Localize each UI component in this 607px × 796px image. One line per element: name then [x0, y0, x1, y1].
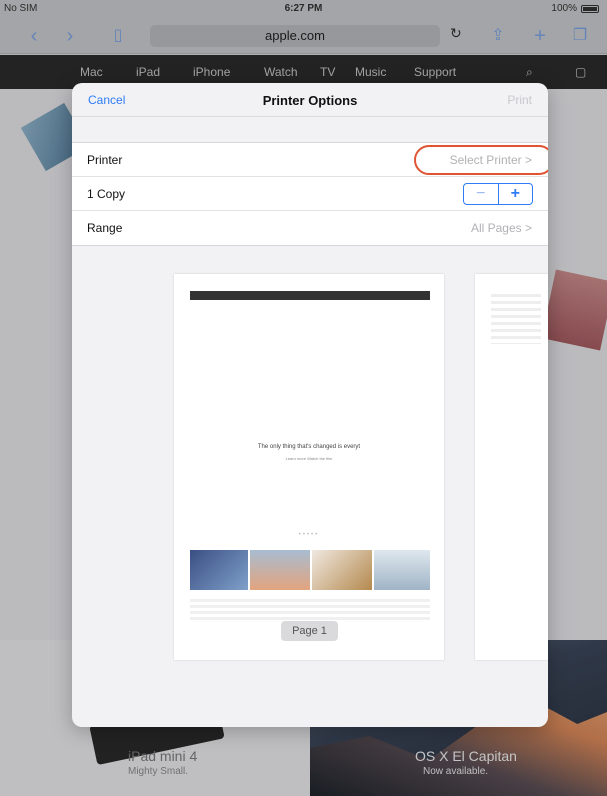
- copies-stepper[interactable]: − +: [463, 183, 533, 205]
- print-options-list: Printer Select Printer > 1 Copy − + Rang…: [72, 142, 548, 246]
- range-value[interactable]: All Pages >: [471, 221, 532, 235]
- page-preview-2[interactable]: [475, 274, 548, 660]
- preview-thumb-pencil: [312, 550, 372, 590]
- printer-row[interactable]: Printer Select Printer >: [72, 143, 548, 177]
- range-row[interactable]: Range All Pages >: [72, 211, 548, 245]
- preview-2-content: [491, 294, 541, 344]
- range-label: Range: [87, 221, 123, 235]
- copies-row: 1 Copy − +: [72, 177, 548, 211]
- preview-links: Learn more Watch the film: [285, 456, 333, 461]
- printer-label: Printer: [87, 153, 123, 167]
- page-number-label: Page 1: [281, 621, 338, 641]
- increment-button[interactable]: +: [499, 184, 533, 204]
- copies-label: 1 Copy: [87, 187, 126, 201]
- print-button[interactable]: Print: [507, 93, 532, 107]
- highlight-circle: [414, 145, 548, 175]
- preview-headline: The only thing that's changed is everyt: [257, 444, 361, 450]
- preview-thumb-mac: [374, 550, 430, 590]
- page-preview-1[interactable]: The only thing that's changed is everyt …: [174, 274, 444, 660]
- decrement-button[interactable]: −: [464, 184, 499, 204]
- preview-footer: [190, 599, 430, 623]
- preview-thumb-iphone: [190, 550, 248, 590]
- preview-pagination-dots: •••••: [298, 532, 320, 538]
- preview-thumb-os-x: [250, 550, 310, 590]
- preview-nav-bar: [190, 291, 430, 300]
- dialog-header: Cancel Printer Options Print: [72, 83, 548, 117]
- dialog-title: Printer Options: [262, 93, 358, 108]
- printer-options-dialog: Cancel Printer Options Print Printer Sel…: [72, 83, 548, 727]
